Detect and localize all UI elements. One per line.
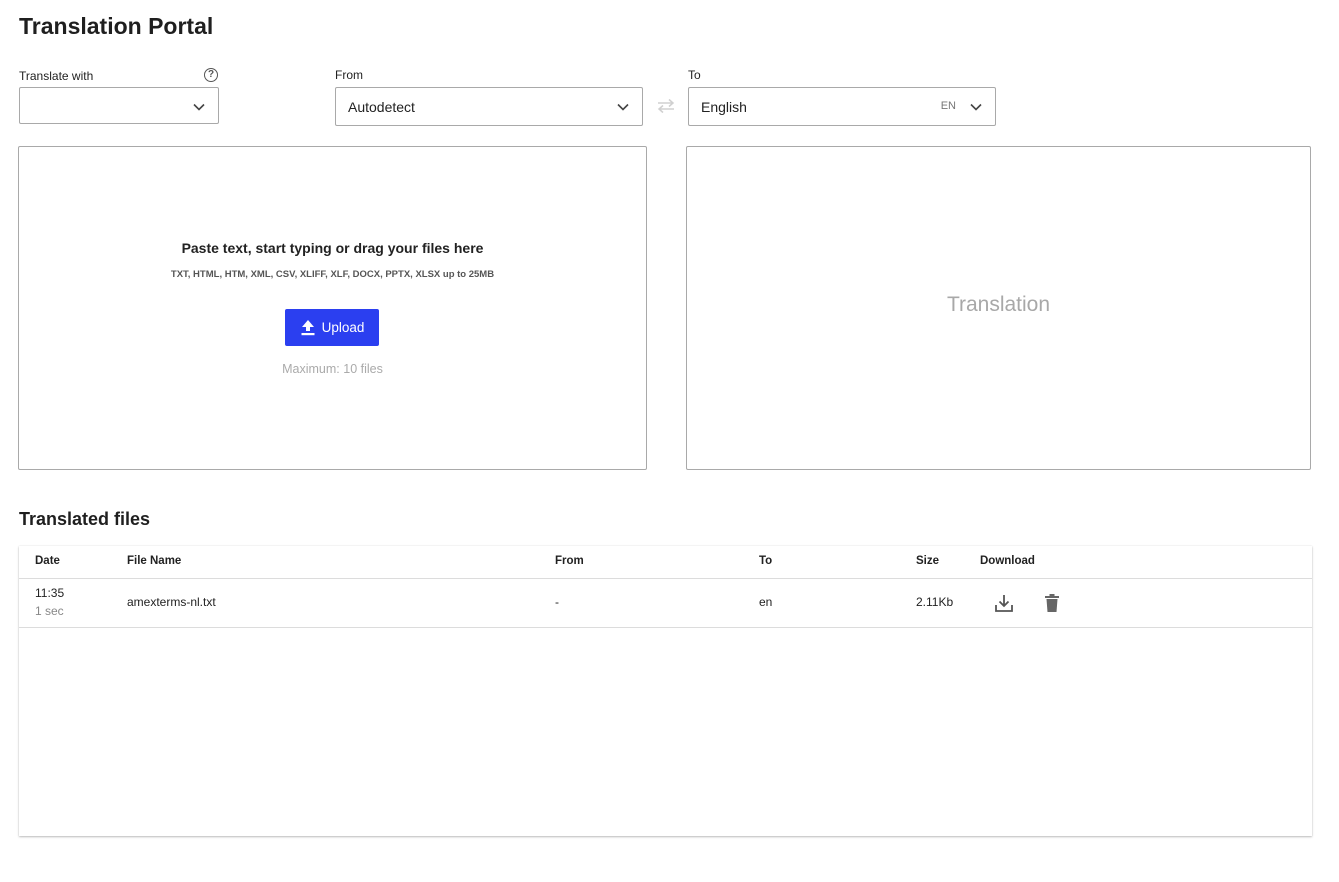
upload-icon xyxy=(301,320,315,336)
chevron-down-icon xyxy=(193,103,205,111)
source-drop-zone[interactable]: Paste text, start typing or drag your fi… xyxy=(18,146,647,470)
upload-label: Upload xyxy=(321,320,365,335)
row-divider xyxy=(19,627,1312,628)
translation-output-panel[interactable]: Translation xyxy=(686,146,1311,470)
column-header-file-name: File Name xyxy=(127,555,182,567)
upload-button[interactable]: Upload xyxy=(285,309,379,346)
row-time-ago: 1 sec xyxy=(35,604,64,618)
drop-zone-title: Paste text, start typing or drag your fi… xyxy=(181,240,484,256)
chevron-down-icon xyxy=(970,103,982,111)
max-files-note: Maximum: 10 files xyxy=(282,362,383,376)
trash-icon[interactable] xyxy=(1041,592,1063,614)
row-to: en xyxy=(759,595,773,609)
supported-formats: TXT, HTML, HTM, XML, CSV, XLIFF, XLF, DO… xyxy=(170,269,495,280)
row-from: - xyxy=(555,595,559,609)
translated-files-title: Translated files xyxy=(19,509,151,529)
help-circle-icon[interactable]: ? xyxy=(204,68,218,82)
row-time: 11:35 xyxy=(35,586,65,600)
column-header-date: Date xyxy=(35,555,60,567)
from-language-select[interactable]: Autodetect xyxy=(335,87,643,126)
row-size: 2.11Kb xyxy=(916,595,954,609)
row-file-name: amexterms-nl.txt xyxy=(127,595,216,609)
from-label: From xyxy=(335,68,363,82)
from-language-value: Autodetect xyxy=(348,98,415,115)
column-header-size: Size xyxy=(916,555,940,567)
translate-with-select[interactable] xyxy=(19,87,219,124)
translate-with-label: Translate with xyxy=(19,69,94,83)
chevron-down-icon xyxy=(617,103,629,111)
page-title: Translation Portal xyxy=(19,13,214,39)
header-divider xyxy=(19,578,1312,579)
to-language-value: English xyxy=(701,98,747,115)
column-header-download: Download xyxy=(980,555,1035,567)
download-icon[interactable] xyxy=(993,592,1015,614)
to-language-code: EN xyxy=(940,100,956,112)
column-header-to: To xyxy=(759,555,773,567)
swap-languages-icon[interactable] xyxy=(656,98,676,114)
to-language-select[interactable]: English EN xyxy=(688,87,996,126)
translation-placeholder: Translation xyxy=(946,293,1051,316)
translated-files-table: Date File Name From To Size Download 11:… xyxy=(19,546,1312,836)
column-header-from: From xyxy=(555,555,584,567)
to-label: To xyxy=(688,68,701,82)
